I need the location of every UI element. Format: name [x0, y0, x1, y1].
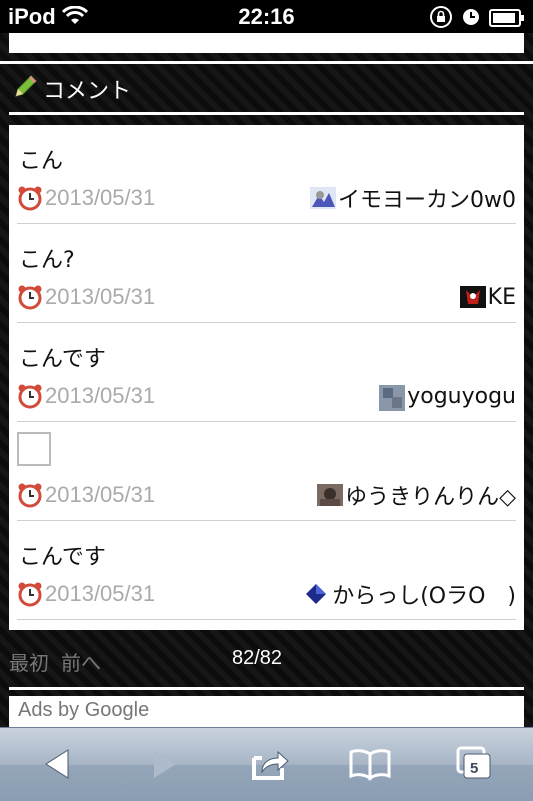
clock-status-icon [461, 7, 481, 33]
comment-image-placeholder [17, 432, 51, 466]
alarm-clock-icon [17, 284, 43, 310]
comment-user-name: イモヨーカン0w0 [338, 188, 516, 213]
tabs-count: 5 [470, 760, 479, 777]
comment-meta: 2013/05/31 KE [17, 281, 516, 313]
alarm-clock-icon [17, 482, 43, 508]
comment-text: こん? [19, 248, 75, 273]
comment-date: 2013/05/31 [45, 383, 156, 408]
comment-date: 2013/05/31 [45, 581, 156, 606]
comment-user-name: ゆうきりんりん◇ [345, 485, 516, 510]
bookmarks-icon[interactable] [348, 744, 392, 784]
comment-user-link[interactable]: yoguyogu [379, 383, 516, 411]
alarm-clock-icon [17, 383, 43, 409]
user-avatar [459, 286, 486, 308]
comment-item: こんです 2013/05/31 yoguyogu [17, 323, 516, 422]
header-strip [9, 33, 524, 53]
comment-date: 2013/05/31 [45, 185, 156, 210]
comment-user-name: yoguyogu [407, 383, 516, 409]
divider [9, 687, 524, 690]
comment-date: 2013/05/31 [45, 482, 156, 507]
comment-user-link[interactable]: イモヨーカン0w0 [310, 182, 516, 214]
pager-first-link[interactable]: 最初 [9, 647, 49, 676]
comment-meta: 2013/05/31 からっし(OラO ) [17, 578, 516, 610]
ads-banner[interactable]: Ads by Google [9, 696, 524, 727]
page-content: コメント こん 2013/05/31 イモヨーカン0w0 こん? 2013/05… [0, 33, 533, 727]
pager-count: 82/82 [232, 647, 283, 669]
user-avatar [317, 484, 344, 506]
comment-user-name: KE [487, 284, 516, 310]
comment-item: こん 2013/05/31 イモヨーカン0w0 [17, 125, 516, 224]
section-title: コメント [43, 79, 132, 104]
comment-meta: 2013/05/31 ゆうきりんりん◇ [17, 479, 516, 511]
comment-meta: 2013/05/31 yoguyogu [17, 380, 516, 412]
rotation-lock-icon [429, 5, 453, 35]
ads-label: Ads by Google [18, 699, 150, 721]
alarm-clock-icon [17, 581, 43, 607]
status-right-icons [429, 5, 525, 35]
user-avatar [310, 187, 336, 209]
comment-user-link[interactable]: からっし(OラO ) [304, 578, 516, 610]
pencil-icon [13, 73, 39, 105]
comment-text: こんです [19, 347, 106, 372]
user-avatar [379, 385, 406, 411]
share-icon[interactable] [248, 744, 292, 784]
status-bar: iPod 22:16 [0, 0, 533, 33]
comment-item: こんです 2013/05/31 からっし(OラO ) [17, 521, 516, 620]
comment-item: こん? 2013/05/31 KE [17, 224, 516, 323]
comment-text: こんです [19, 545, 106, 570]
tabs-icon[interactable]: 5 [454, 744, 498, 784]
section-header: コメント [9, 68, 524, 110]
comment-item: 2013/05/31 ゆうきりんりん◇ [17, 422, 516, 521]
pager-prev-link[interactable]: 前へ [61, 647, 101, 676]
divider [9, 112, 524, 115]
alarm-clock-icon [17, 185, 43, 211]
comment-user-name: からっし(OラO ) [332, 584, 516, 609]
browser-toolbar: 5 [0, 727, 533, 801]
comment-list: こん 2013/05/31 イモヨーカン0w0 こん? 2013/05/31 K… [9, 125, 524, 630]
battery-icon [489, 7, 525, 33]
forward-icon[interactable] [140, 744, 184, 784]
user-avatar [304, 583, 330, 605]
comment-user-link[interactable]: ゆうきりんりん◇ [317, 479, 516, 511]
comment-date: 2013/05/31 [45, 284, 156, 309]
comment-meta: 2013/05/31 イモヨーカン0w0 [17, 182, 516, 214]
comment-user-link[interactable]: KE [459, 284, 516, 310]
back-icon[interactable] [38, 744, 82, 784]
divider [0, 61, 533, 64]
comment-text: こん [19, 149, 64, 174]
pagination: 最初 前へ 82/82 [0, 633, 533, 683]
